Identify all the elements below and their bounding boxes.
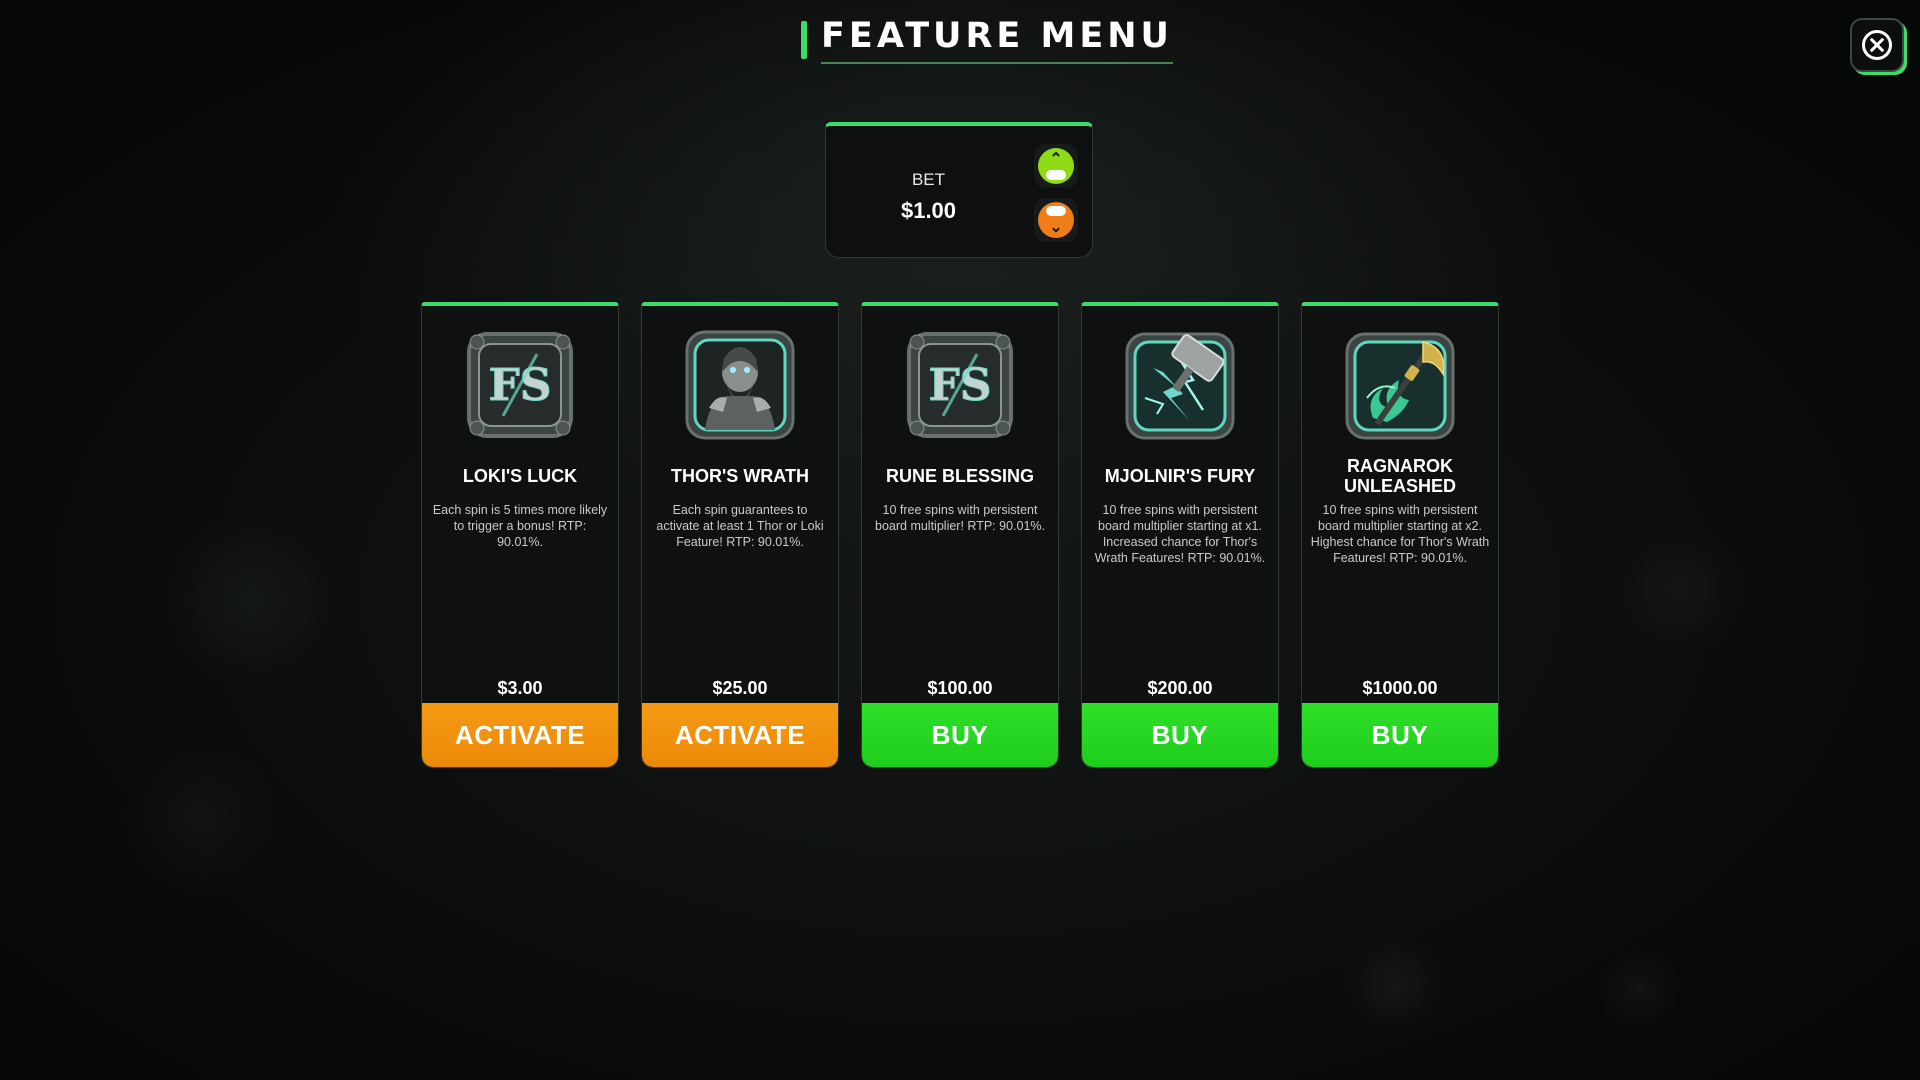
feature-name: RAGNAROK UNLEASHED [1343,456,1456,496]
feature-description: 10 free spins with persistent board mult… [1310,503,1490,565]
activate-button[interactable]: ACTIVATE [422,703,618,767]
feature-price: $25.00 [712,678,768,698]
feature-price: $200.00 [1147,678,1213,698]
feature-price: $1000.00 [1362,678,1438,698]
chevron-down-icon: ⌄ [1038,202,1074,238]
feature-price: $100.00 [927,678,993,698]
feature-card-thors-wrath: THOR'S WRATH Each spin guarantees to act… [641,302,839,768]
buy-button[interactable]: BUY [862,703,1058,767]
title-accent-bar [801,21,807,59]
feature-menu-screen: FEATURE MENU BET $1.00 ⌃ ⌄ F [0,0,1920,1080]
feature-name: THOR'S WRATH [671,466,809,486]
bet-value: $1.00 [900,198,957,223]
page-title: FEATURE MENU [821,16,1173,64]
feature-card-ragnarok-unleashed: RAGNAROK UNLEASHED 10 free spins with pe… [1301,302,1499,768]
feature-description: Each spin is 5 times more likely to trig… [432,503,608,549]
activate-button[interactable]: ACTIVATE [642,703,838,767]
chevron-up-icon: ⌃ [1038,148,1074,184]
buy-button[interactable]: BUY [1302,703,1498,767]
bet-decrease-button[interactable]: ⌄ [1034,198,1078,242]
feature-name: MJOLNIR'S FURY [1104,466,1256,486]
feature-description: Each spin guarantees to activate at leas… [656,503,824,549]
buy-button[interactable]: BUY [1082,703,1278,767]
title-block: FEATURE MENU [801,16,1173,64]
hammer-lightning-icon [1125,332,1235,440]
thor-portrait-icon [685,330,795,440]
feature-price: $3.00 [497,678,543,698]
close-icon [1862,30,1892,60]
fs-rune-badge-icon: FS [907,332,1013,438]
feature-card-lokis-luck: FS LOKI'S LUCK Each spin is 5 times more… [421,302,619,768]
fs-rune-badge-icon: FS [467,332,573,438]
close-button[interactable] [1850,18,1904,72]
bet-label: BET [911,170,946,189]
feature-card-rune-blessing: FS RUNE BLESSING 10 free spins with pers… [861,302,1059,768]
bet-panel: BET $1.00 ⌃ ⌄ [825,122,1093,258]
feature-description: 10 free spins with persistent board mult… [875,503,1045,533]
feature-card-mjolnirs-fury: MJOLNIR'S FURY 10 free spins with persis… [1081,302,1279,768]
feature-description: 10 free spins with persistent board mult… [1094,503,1266,565]
axe-green-flame-icon [1345,332,1455,440]
feature-name: RUNE BLESSING [885,466,1035,486]
feature-name: LOKI'S LUCK [462,466,578,486]
bet-increase-button[interactable]: ⌃ [1034,144,1078,188]
